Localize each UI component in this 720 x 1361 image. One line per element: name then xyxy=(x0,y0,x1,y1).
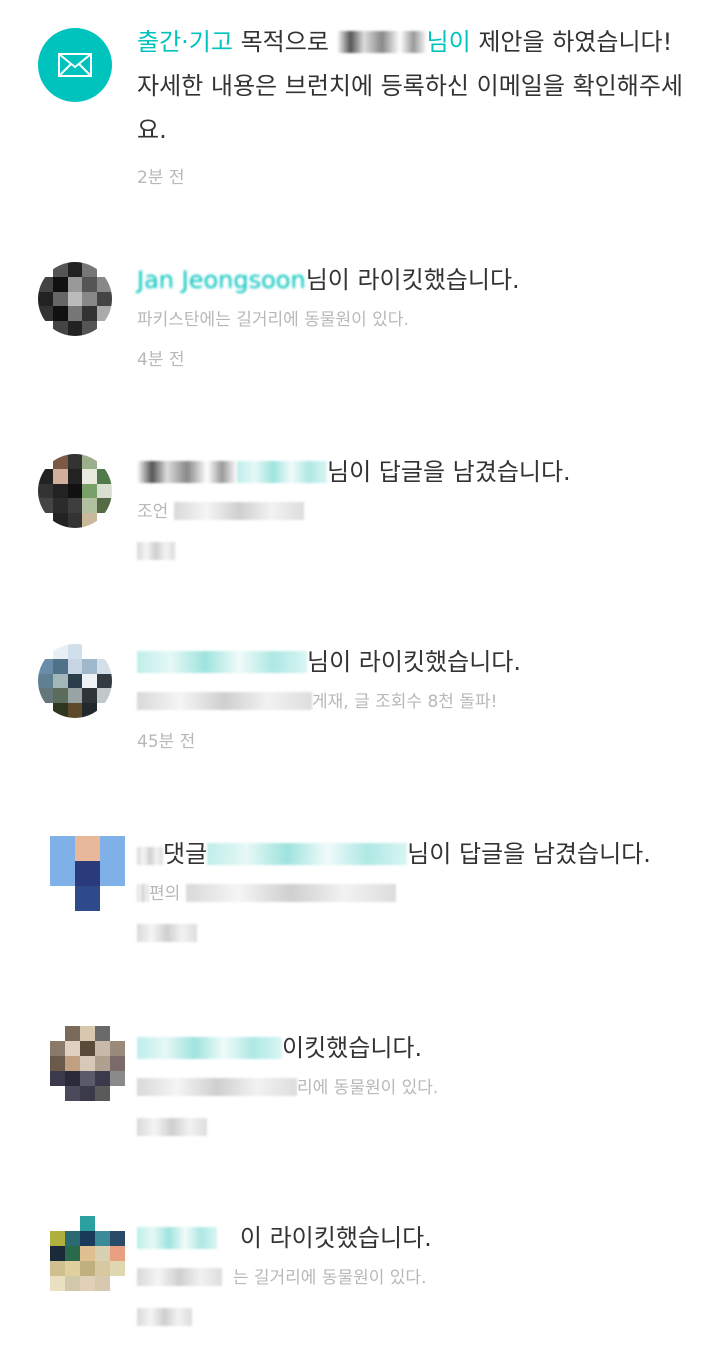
redacted-title xyxy=(137,1078,297,1096)
redacted-name[interactable] xyxy=(137,1037,282,1059)
post-title[interactable]: 편의 xyxy=(137,880,690,908)
action-text: 님이 라이킷했습니다. xyxy=(305,266,520,294)
notification-message: 출간·기고 목적으로 님이 제안을 하였습니다! 자세한 내용은 브런치에 등록… xyxy=(137,20,690,152)
avatar-image xyxy=(38,262,112,336)
notification-message: 이 라이킷했습니다. xyxy=(137,1216,690,1260)
message-prefix: 댓글 xyxy=(163,840,208,868)
message-text: 목적으로 xyxy=(232,28,337,56)
avatar-image xyxy=(50,1216,125,1291)
redacted-name[interactable] xyxy=(237,461,327,483)
post-title-text: 는 길거리에 동물원이 있다. xyxy=(232,1268,427,1288)
avatar[interactable] xyxy=(50,1216,125,1291)
post-title[interactable]: 는 길거리에 동물원이 있다. xyxy=(137,1264,690,1292)
avatar[interactable] xyxy=(50,1026,125,1101)
post-title-text: 조언 xyxy=(137,502,169,522)
post-title-text: 게재, 글 조회수 8천 돌파! xyxy=(312,692,498,712)
post-title[interactable]: 리에 동물원이 있다. xyxy=(137,1074,690,1102)
redacted-title xyxy=(137,1268,222,1286)
notification-highlight[interactable]: 출간·기고 xyxy=(137,28,233,56)
timestamp xyxy=(137,538,690,566)
avatar-image xyxy=(38,454,112,528)
timestamp xyxy=(137,920,690,948)
redacted-name[interactable] xyxy=(137,1227,217,1249)
avatar-image xyxy=(38,644,112,718)
redacted-name xyxy=(137,461,237,483)
notification-message: Jan Jeongsoon님이 라이킷했습니다. xyxy=(137,258,690,302)
timestamp: 4분 전 xyxy=(137,350,185,370)
user-name[interactable]: Jan Jeongsoon xyxy=(137,266,306,294)
timestamp: 2분 전 xyxy=(137,168,185,188)
post-title-text: 편의 xyxy=(149,884,181,904)
action-text: 이 라이킷했습니다. xyxy=(239,1224,432,1252)
avatar[interactable] xyxy=(50,836,125,911)
redacted-time xyxy=(137,542,175,560)
redacted-title xyxy=(173,502,304,520)
redacted-text xyxy=(137,847,163,865)
action-text: 님이 라이킷했습니다. xyxy=(307,648,521,676)
post-title-text: 리에 동물원이 있다. xyxy=(297,1078,439,1098)
envelope-icon xyxy=(58,53,92,77)
post-title[interactable]: 게재, 글 조회수 8천 돌파! xyxy=(137,688,690,716)
action-text: 님이 답글을 남겼습니다. xyxy=(327,458,571,486)
avatar[interactable] xyxy=(38,644,112,718)
redacted-title xyxy=(137,884,149,902)
avatar[interactable] xyxy=(38,262,112,336)
redacted-time xyxy=(137,1118,207,1136)
redacted-title xyxy=(185,884,396,902)
post-title[interactable]: 파키스탄에는 길거리에 동물원이 있다. xyxy=(137,306,690,334)
timestamp xyxy=(137,1114,690,1142)
redacted-time xyxy=(137,924,197,942)
redacted-name[interactable] xyxy=(137,651,307,673)
avatar-image xyxy=(50,1026,125,1101)
action-text: 님이 답글을 남겼습니다. xyxy=(407,840,651,868)
notification-message: 이킷했습니다. xyxy=(137,1026,690,1070)
timestamp: 45분 전 xyxy=(137,732,196,752)
post-title[interactable]: 조언 xyxy=(137,498,690,526)
action-text: 이킷했습니다. xyxy=(282,1034,423,1062)
timestamp xyxy=(137,1304,690,1332)
redacted-time xyxy=(137,1308,192,1326)
avatar-image xyxy=(50,836,125,911)
mail-icon xyxy=(38,28,112,102)
redacted-name xyxy=(336,31,427,53)
redacted-name[interactable] xyxy=(207,843,408,865)
redacted-title xyxy=(137,692,312,710)
name-tail[interactable]: 님이 xyxy=(427,28,471,56)
notification-message: 댓글 님이 답글을 남겼습니다. xyxy=(137,832,690,876)
notification-message: 님이 라이킷했습니다. xyxy=(137,640,690,684)
avatar[interactable] xyxy=(38,454,112,528)
notification-message: 님이 답글을 남겼습니다. xyxy=(137,450,690,494)
